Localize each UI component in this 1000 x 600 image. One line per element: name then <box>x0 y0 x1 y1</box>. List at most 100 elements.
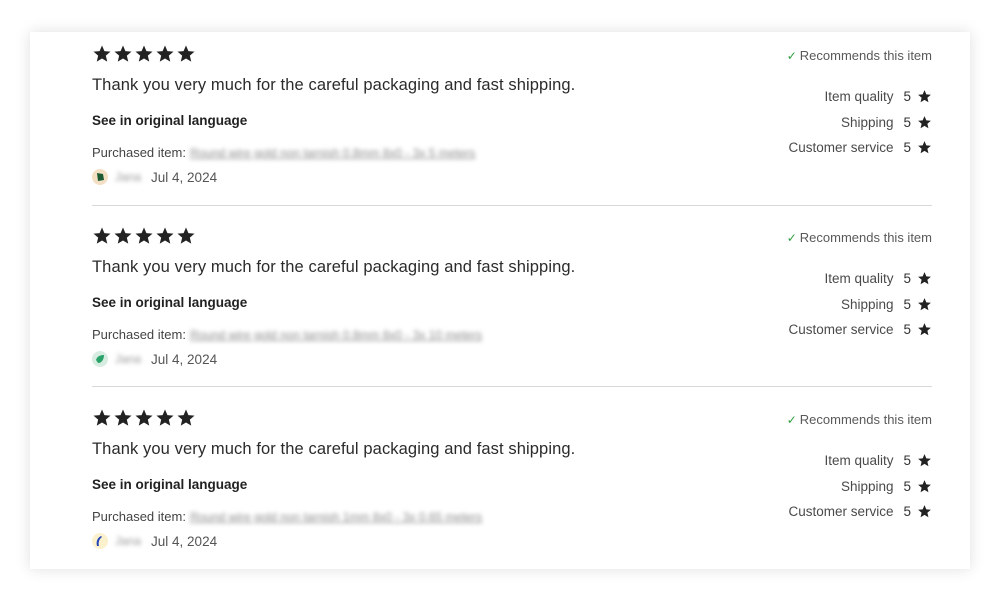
sub-ratings: Item quality 5 Shipping 5 Customer servi… <box>632 266 932 343</box>
recommends-label: Recommends this item <box>799 412 932 427</box>
star-icon <box>113 44 133 68</box>
star-icon <box>155 226 175 250</box>
checkmark-icon: ✓ <box>786 230 797 245</box>
reviewer-info: Jana Jul 4, 2024 <box>92 168 217 186</box>
star-icon <box>917 297 932 312</box>
purchased-item-label: Purchased item: <box>92 327 186 342</box>
review-date: Jul 4, 2024 <box>151 533 218 549</box>
rating-row-shipping: Shipping 5 <box>632 474 932 500</box>
avatar-image <box>92 169 108 185</box>
sub-ratings: Item quality 5 Shipping 5 Customer servi… <box>632 448 932 525</box>
rating-row-item-quality: Item quality 5 <box>632 84 932 110</box>
review-star-rating <box>92 408 196 432</box>
rating-label: Customer service <box>788 504 894 520</box>
star-icon <box>134 226 154 250</box>
rating-row-item-quality: Item quality 5 <box>632 448 932 474</box>
rating-label: Item quality <box>824 89 894 105</box>
rating-value: 5 <box>903 453 911 469</box>
rating-value: 5 <box>903 271 911 287</box>
see-original-language-link[interactable]: See in original language <box>92 113 247 128</box>
avatar[interactable] <box>92 351 108 367</box>
purchased-item-link[interactable]: Round wire gold non tarnish 0.8mm 8x0 - … <box>190 328 482 342</box>
rating-value: 5 <box>903 114 911 130</box>
reviews-panel: Thank you very much for the careful pack… <box>30 32 970 569</box>
star-icon <box>176 226 196 250</box>
star-icon <box>176 408 196 432</box>
purchased-item-label: Purchased item: <box>92 145 186 160</box>
rating-row-customer-service: Customer service 5 <box>632 135 932 161</box>
star-icon <box>134 44 154 68</box>
avatar[interactable] <box>92 169 108 185</box>
star-icon <box>917 479 932 494</box>
avatar-image <box>92 533 108 549</box>
recommends-badge: ✓ Recommends this item <box>787 412 932 427</box>
purchased-item: Purchased item: Round wire gold non tarni… <box>92 145 475 160</box>
rating-row-item-quality: Item quality 5 <box>632 266 932 292</box>
purchased-item-link[interactable]: Round wire gold non tarnish 0.8mm 8x0 - … <box>190 146 475 160</box>
star-icon <box>917 271 932 286</box>
review-text: Thank you very much for the careful pack… <box>92 258 576 276</box>
rating-row-customer-service: Customer service 5 <box>632 317 932 343</box>
reviewer-name[interactable]: Jana <box>115 352 141 366</box>
review-divider <box>92 386 932 387</box>
sub-ratings: Item quality 5 Shipping 5 Customer servi… <box>632 84 932 161</box>
review-item: Thank you very much for the careful pack… <box>92 214 932 395</box>
star-icon <box>155 44 175 68</box>
see-original-language-link[interactable]: See in original language <box>92 477 247 492</box>
rating-value: 5 <box>903 296 911 312</box>
star-icon <box>134 408 154 432</box>
rating-label: Shipping <box>840 114 894 130</box>
review-star-rating <box>92 44 196 68</box>
rating-row-shipping: Shipping 5 <box>632 110 932 136</box>
star-icon <box>917 322 932 337</box>
star-icon <box>113 408 133 432</box>
recommends-label: Recommends this item <box>799 48 932 63</box>
review-item: Thank you very much for the careful pack… <box>92 32 932 213</box>
review-date: Jul 4, 2024 <box>151 169 218 185</box>
review-text: Thank you very much for the careful pack… <box>92 440 576 458</box>
review-divider <box>92 205 932 206</box>
rating-value: 5 <box>903 322 911 338</box>
review-text: Thank you very much for the careful pack… <box>92 76 576 94</box>
checkmark-icon: ✓ <box>786 48 797 63</box>
avatar[interactable] <box>92 533 108 549</box>
star-icon <box>917 140 932 155</box>
checkmark-icon: ✓ <box>786 412 797 427</box>
star-icon <box>155 408 175 432</box>
star-icon <box>917 504 932 519</box>
reviewer-name[interactable]: Jana <box>115 534 141 548</box>
rating-row-customer-service: Customer service 5 <box>632 499 932 525</box>
see-original-language-link[interactable]: See in original language <box>92 295 247 310</box>
reviewer-info: Jana Jul 4, 2024 <box>92 532 217 550</box>
recommends-label: Recommends this item <box>799 230 932 245</box>
star-icon <box>113 226 133 250</box>
rating-label: Item quality <box>824 271 894 287</box>
review-date: Jul 4, 2024 <box>151 351 218 367</box>
rating-row-shipping: Shipping 5 <box>632 292 932 318</box>
recommends-badge: ✓ Recommends this item <box>787 48 932 63</box>
reviewer-info: Jana Jul 4, 2024 <box>92 350 217 368</box>
rating-label: Shipping <box>840 296 894 312</box>
star-icon <box>917 89 932 104</box>
review-item: Thank you very much for the careful pack… <box>92 396 932 577</box>
rating-label: Item quality <box>824 453 894 469</box>
rating-value: 5 <box>903 478 911 494</box>
star-icon <box>917 453 932 468</box>
star-icon <box>92 226 112 250</box>
rating-value: 5 <box>903 140 911 156</box>
star-icon <box>917 115 932 130</box>
rating-label: Customer service <box>788 140 894 156</box>
purchased-item-link[interactable]: Round wire gold non tarnish 1mm 8x0 - 3x… <box>190 510 482 524</box>
star-icon <box>92 44 112 68</box>
rating-value: 5 <box>903 89 911 105</box>
reviewer-name[interactable]: Jana <box>115 170 141 184</box>
rating-label: Customer service <box>788 322 894 338</box>
purchased-item: Purchased item: Round wire gold non tarni… <box>92 509 482 524</box>
star-icon <box>92 408 112 432</box>
avatar-image <box>92 351 108 367</box>
rating-value: 5 <box>903 504 911 520</box>
purchased-item: Purchased item: Round wire gold non tarni… <box>92 327 482 342</box>
rating-label: Shipping <box>840 478 894 494</box>
review-star-rating <box>92 226 196 250</box>
purchased-item-label: Purchased item: <box>92 509 186 524</box>
